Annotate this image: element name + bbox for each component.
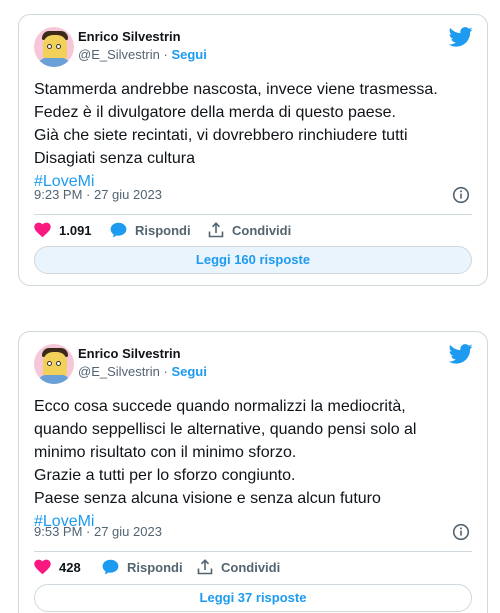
tweet-text-line: Fedez è il divulgatore della merda di qu… bbox=[34, 104, 396, 121]
info-icon[interactable] bbox=[452, 523, 470, 541]
tweet-meta: 9:23 PM · 27 giu 2023 bbox=[34, 185, 472, 205]
speech-bubble-icon bbox=[110, 222, 127, 238]
reply-label: Rispondi bbox=[135, 222, 191, 238]
read-replies-button[interactable]: Leggi 37 risposte bbox=[34, 584, 472, 612]
author-handle-line: @E_Silvestrin · Segui bbox=[78, 47, 207, 62]
twitter-bird-icon[interactable] bbox=[449, 27, 473, 47]
tweet-text-line: Disagiati senza cultura bbox=[34, 150, 195, 167]
tweet-text-line: quando seppellisci le alternative, quand… bbox=[34, 421, 417, 438]
share-button[interactable]: Condividi bbox=[197, 557, 280, 577]
author-block: Enrico Silvestrin @E_Silvestrin · Segui bbox=[78, 345, 207, 381]
like-button[interactable]: 428 bbox=[34, 557, 81, 577]
reply-label: Rispondi bbox=[127, 559, 183, 575]
tweet-text-line: Paese senza alcuna visione e senza alcun… bbox=[34, 490, 381, 507]
separator-dot: · bbox=[163, 364, 168, 379]
action-bar: 428 Rispondi Condividi bbox=[34, 557, 472, 577]
tweet-card: Enrico Silvestrin @E_Silvestrin · Segui … bbox=[18, 331, 488, 613]
reply-button[interactable]: Rispondi bbox=[110, 220, 191, 240]
share-label: Condividi bbox=[232, 222, 292, 238]
avatar[interactable] bbox=[34, 344, 74, 384]
heart-icon bbox=[34, 222, 51, 238]
author-name[interactable]: Enrico Silvestrin bbox=[78, 28, 207, 46]
heart-icon bbox=[34, 559, 51, 575]
tweet-text-line: Già che siete recintati, vi dovrebbero r… bbox=[34, 127, 408, 144]
speech-bubble-icon bbox=[102, 559, 119, 575]
tweet-text: Stammerda andrebbe nascosta, invece vien… bbox=[34, 78, 472, 193]
timestamp-link[interactable]: 9:53 PM · 27 giu 2023 bbox=[34, 524, 162, 539]
action-bar: 1.091 Rispondi Condividi bbox=[34, 220, 472, 240]
author-handle[interactable]: @E_Silvestrin bbox=[78, 364, 160, 379]
like-count: 1.091 bbox=[59, 222, 92, 238]
author-name[interactable]: Enrico Silvestrin bbox=[78, 345, 207, 363]
author-handle-line: @E_Silvestrin · Segui bbox=[78, 364, 207, 379]
tweet-header: Enrico Silvestrin @E_Silvestrin · Segui bbox=[34, 27, 475, 75]
divider bbox=[34, 551, 472, 552]
share-upload-icon bbox=[197, 559, 213, 575]
like-count: 428 bbox=[59, 559, 81, 575]
tweet-text-line: Stammerda andrebbe nascosta, invece vien… bbox=[34, 81, 438, 98]
follow-button[interactable]: Segui bbox=[171, 47, 206, 62]
avatar[interactable] bbox=[34, 27, 74, 67]
follow-button[interactable]: Segui bbox=[171, 364, 206, 379]
tweet-text-line: minimo risultato con il minimo sforzo. bbox=[34, 444, 297, 461]
tweet-text-line: Grazie a tutti per lo sforzo congiunto. bbox=[34, 467, 296, 484]
tweet-text-line: Ecco cosa succede quando normalizzi la m… bbox=[34, 398, 406, 415]
info-icon[interactable] bbox=[452, 186, 470, 204]
tweet-meta: 9:53 PM · 27 giu 2023 bbox=[34, 522, 472, 542]
tweet-header: Enrico Silvestrin @E_Silvestrin · Segui bbox=[34, 344, 475, 392]
separator-dot: · bbox=[163, 47, 168, 62]
timestamp-link[interactable]: 9:23 PM · 27 giu 2023 bbox=[34, 187, 162, 202]
author-block: Enrico Silvestrin @E_Silvestrin · Segui bbox=[78, 28, 207, 64]
share-button[interactable]: Condividi bbox=[208, 220, 291, 240]
tweet-text: Ecco cosa succede quando normalizzi la m… bbox=[34, 395, 472, 533]
read-replies-button[interactable]: Leggi 160 risposte bbox=[34, 246, 472, 274]
author-handle[interactable]: @E_Silvestrin bbox=[78, 47, 160, 62]
twitter-bird-icon[interactable] bbox=[449, 344, 473, 364]
share-upload-icon bbox=[208, 222, 224, 238]
share-label: Condividi bbox=[221, 559, 281, 575]
like-button[interactable]: 1.091 bbox=[34, 220, 92, 240]
divider bbox=[34, 214, 472, 215]
reply-button[interactable]: Rispondi bbox=[102, 557, 183, 577]
tweet-card: Enrico Silvestrin @E_Silvestrin · Segui … bbox=[18, 14, 488, 286]
